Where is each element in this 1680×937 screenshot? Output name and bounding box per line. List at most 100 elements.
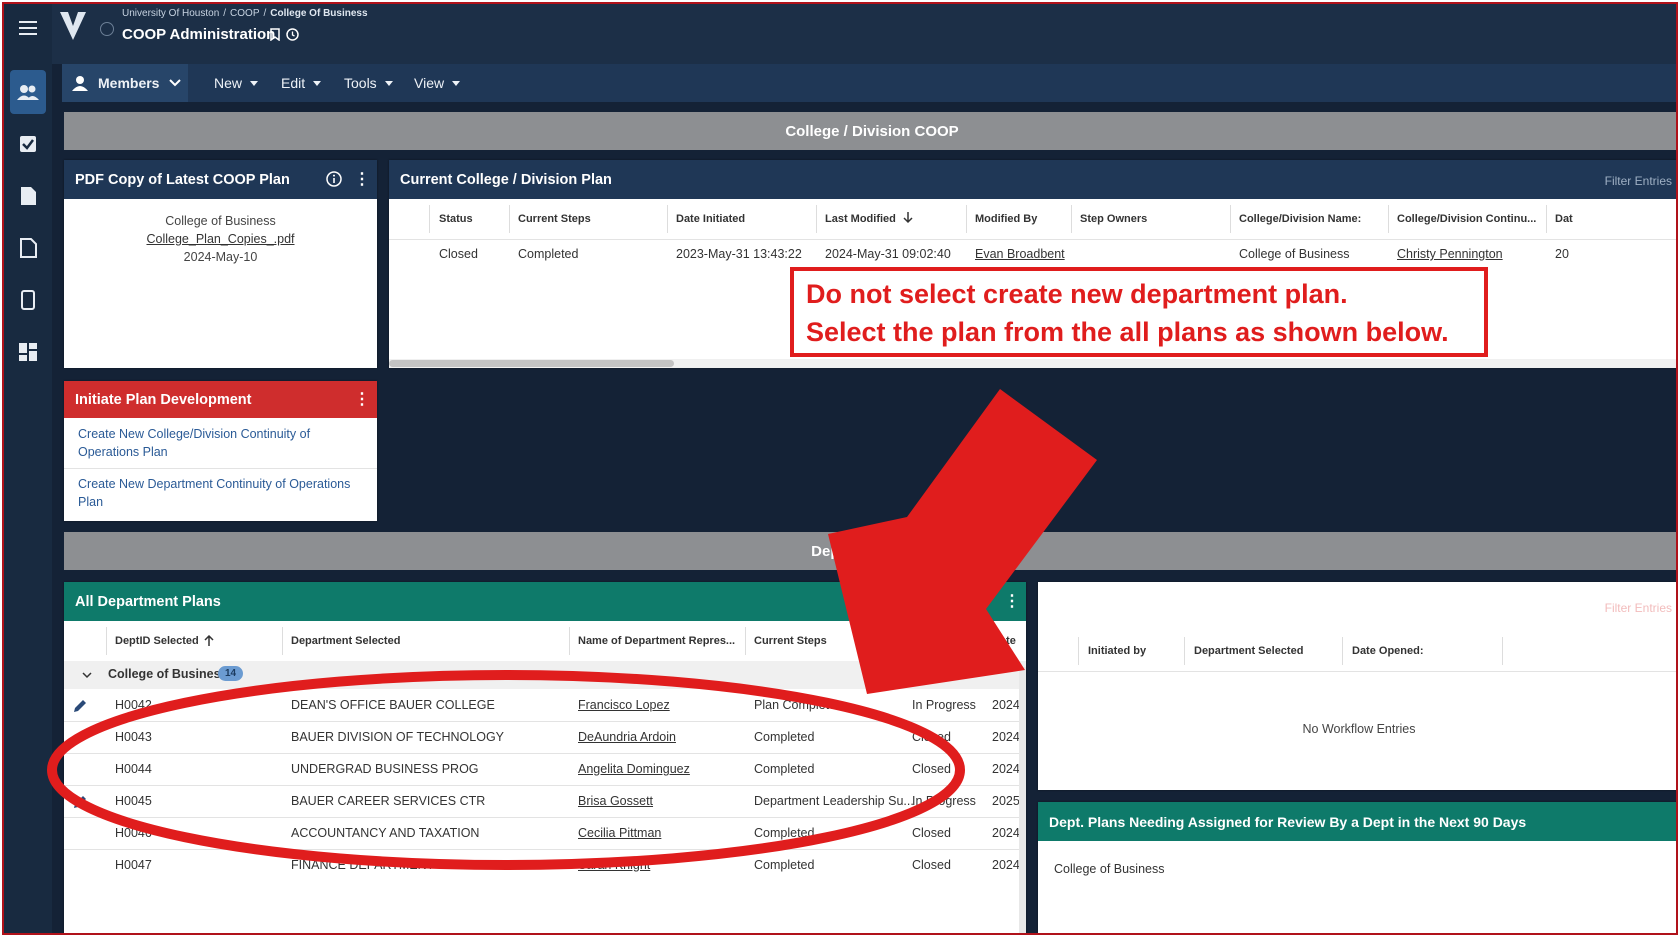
column-header[interactable]: Current Steps	[754, 635, 827, 647]
members-icon[interactable]	[10, 70, 46, 114]
dashboard-icon[interactable]	[10, 334, 46, 370]
filter-entries[interactable]: Filter Entries	[1605, 174, 1672, 188]
create-department-plan-link[interactable]: Create New Department Continuity of Oper…	[78, 475, 368, 511]
current-plan-title: Current College / Division Plan	[400, 171, 612, 188]
info-icon[interactable]	[326, 171, 342, 192]
dept-representative[interactable]: DeAundria Ardoin	[578, 730, 676, 744]
pencil-icon[interactable]	[72, 698, 88, 714]
table-row[interactable]: H0043 BAUER DIVISION OF TECHNOLOGY DeAun…	[64, 722, 1026, 753]
pending-acknowledgement-panel: Dept. Plans Pending College/Division COO…	[1038, 582, 1676, 790]
dept-representative[interactable]: Brisa Gossett	[578, 794, 653, 808]
dept-name: UNDERGRAD BUSINESS PROG	[291, 762, 479, 776]
plan-modified-by[interactable]: Evan Broadbent	[975, 247, 1065, 261]
dept-date: 2024	[992, 730, 1020, 744]
menu-new[interactable]: New	[214, 64, 259, 102]
column-header[interactable]: Status	[439, 213, 473, 225]
review-panel-title: Dept. Plans Needing Assigned for Review …	[1049, 813, 1527, 830]
plan-last-modified: 2024-May-31 09:02:40	[825, 247, 951, 261]
table-row[interactable]: H0045 BAUER CAREER SERVICES CTR Brisa Go…	[64, 786, 1026, 817]
dept-status: Closed	[912, 858, 951, 872]
breadcrumb-item[interactable]: COOP	[230, 8, 259, 19]
column-header[interactable]: Name of Department Repres...	[578, 635, 735, 647]
dept-representative[interactable]: Francisco Lopez	[578, 698, 670, 712]
column-header[interactable]: DeptID Selected	[115, 635, 199, 647]
dept-status: In Progress	[912, 698, 976, 712]
column-header[interactable]: Step Owners	[1080, 213, 1147, 225]
dept-date: 2025	[992, 794, 1020, 808]
dept-representative[interactable]: Sarah Knight	[578, 858, 650, 872]
filter-entries[interactable]: Filter Entries	[1605, 601, 1672, 615]
group-row[interactable]: College of Business 14	[64, 661, 1026, 689]
column-header[interactable]: Dat	[1555, 213, 1573, 225]
dept-representative[interactable]: Cecilia Pittman	[578, 826, 661, 840]
tablet-icon[interactable]	[10, 282, 46, 318]
app-header: University Of Houston / COOP / College O…	[52, 4, 1676, 64]
sort-up-icon[interactable]	[204, 634, 214, 646]
create-college-plan-link[interactable]: Create New College/Division Continuity o…	[78, 425, 338, 461]
pencil-icon[interactable]	[72, 794, 88, 810]
review-panel-header: Dept. Plans Needing Assigned for Review …	[1038, 802, 1676, 841]
table-row[interactable]: Closed Completed 2023-May-31 13:43:22 20…	[389, 240, 1676, 270]
dept-representative[interactable]: Angelita Dominguez	[578, 762, 690, 776]
caret-icon	[250, 80, 259, 86]
column-header[interactable]: Department Selected	[291, 635, 400, 647]
table-row[interactable]: H0042 DEAN'S OFFICE BAUER COLLEGE Franci…	[64, 690, 1026, 721]
breadcrumb-separator: /	[263, 8, 267, 19]
table-row[interactable]: H0047 FINANCE DEPARTMENT Sarah Knight Co…	[64, 850, 1026, 881]
kebab-icon[interactable]: ⋮	[354, 169, 370, 189]
column-header[interactable]: Date O	[992, 635, 1026, 659]
breadcrumb-item[interactable]: University Of Houston	[122, 8, 219, 19]
column-header[interactable]: Current Steps	[518, 213, 591, 225]
plan-date: 20	[1555, 247, 1569, 261]
horizontal-scrollbar[interactable]	[389, 359, 1676, 368]
table-row[interactable]: H0046 ACCOUNTANCY AND TAXATION Cecilia P…	[64, 818, 1026, 849]
breadcrumb-item[interactable]: College Of Business	[270, 8, 367, 19]
menu-tools[interactable]: Tools	[344, 64, 393, 102]
caret-icon	[452, 80, 461, 86]
menu-edit-label: Edit	[281, 75, 306, 91]
menu-view-label: View	[414, 75, 445, 91]
review-group-item[interactable]: College of Business	[1054, 862, 1164, 876]
column-header[interactable]: Modified By	[975, 213, 1037, 225]
status-circle	[100, 22, 114, 36]
page-title: COOP Administration	[122, 26, 276, 43]
dept-name: BAUER DIVISION OF TECHNOLOGY	[291, 730, 505, 744]
dept-id: H0043	[115, 730, 152, 744]
scrollbar-thumb[interactable]	[389, 360, 674, 367]
checkbox-icon[interactable]	[10, 126, 46, 162]
column-header[interactable]: Initiated by	[1088, 645, 1146, 657]
dept-name: FINANCE DEPARTMENT	[291, 858, 435, 872]
kebab-icon[interactable]: ⋮	[1004, 591, 1020, 611]
sort-down-icon[interactable]	[903, 212, 913, 224]
file-icon[interactable]	[10, 230, 46, 266]
plan-date-initiated: 2023-May-31 13:43:22	[676, 247, 802, 261]
column-header[interactable]: Department Selected	[1194, 645, 1303, 657]
column-header[interactable]: College/Division Name:	[1239, 213, 1361, 225]
plan-college-name: College of Business	[1239, 247, 1350, 261]
dept-id: H0046	[115, 826, 152, 840]
pdf-file-link[interactable]: College_Plan_Copies_.pdf	[64, 230, 377, 248]
bookmark-icon[interactable]	[270, 28, 280, 46]
chevron-down-icon[interactable]	[82, 672, 92, 679]
kebab-icon[interactable]: ⋮	[354, 389, 370, 409]
menu-view[interactable]: View	[414, 64, 461, 102]
column-header[interactable]: Date Opened:	[1352, 645, 1424, 657]
plan-continuity-liaison[interactable]: Christy Pennington	[1397, 247, 1503, 261]
column-header[interactable]: Last Modified	[825, 213, 896, 225]
vertical-scrollbar[interactable]	[1019, 667, 1026, 933]
dept-date: 2024	[992, 826, 1020, 840]
table-header: Initiated by Department Selected Date Op…	[1038, 631, 1676, 671]
menu-icon[interactable]	[10, 10, 46, 46]
column-header[interactable]: College/Division Continu...	[1397, 213, 1536, 225]
menu-edit[interactable]: Edit	[281, 64, 322, 102]
document-icon[interactable]	[10, 178, 46, 214]
members-menu[interactable]: Members	[62, 64, 188, 102]
table-row[interactable]: H0044 UNDERGRAD BUSINESS PROG Angelita D…	[64, 754, 1026, 785]
dept-id: H0042	[115, 698, 152, 712]
initiate-panel-title: Initiate Plan Development	[75, 391, 252, 408]
pdf-date: 2024-May-10	[183, 250, 258, 264]
column-header[interactable]: Date Initiated	[676, 213, 745, 225]
help-icon[interactable]	[286, 28, 299, 46]
section-title-college: College / Division COOP	[64, 112, 1676, 150]
dept-current-step: Completed	[754, 826, 815, 840]
